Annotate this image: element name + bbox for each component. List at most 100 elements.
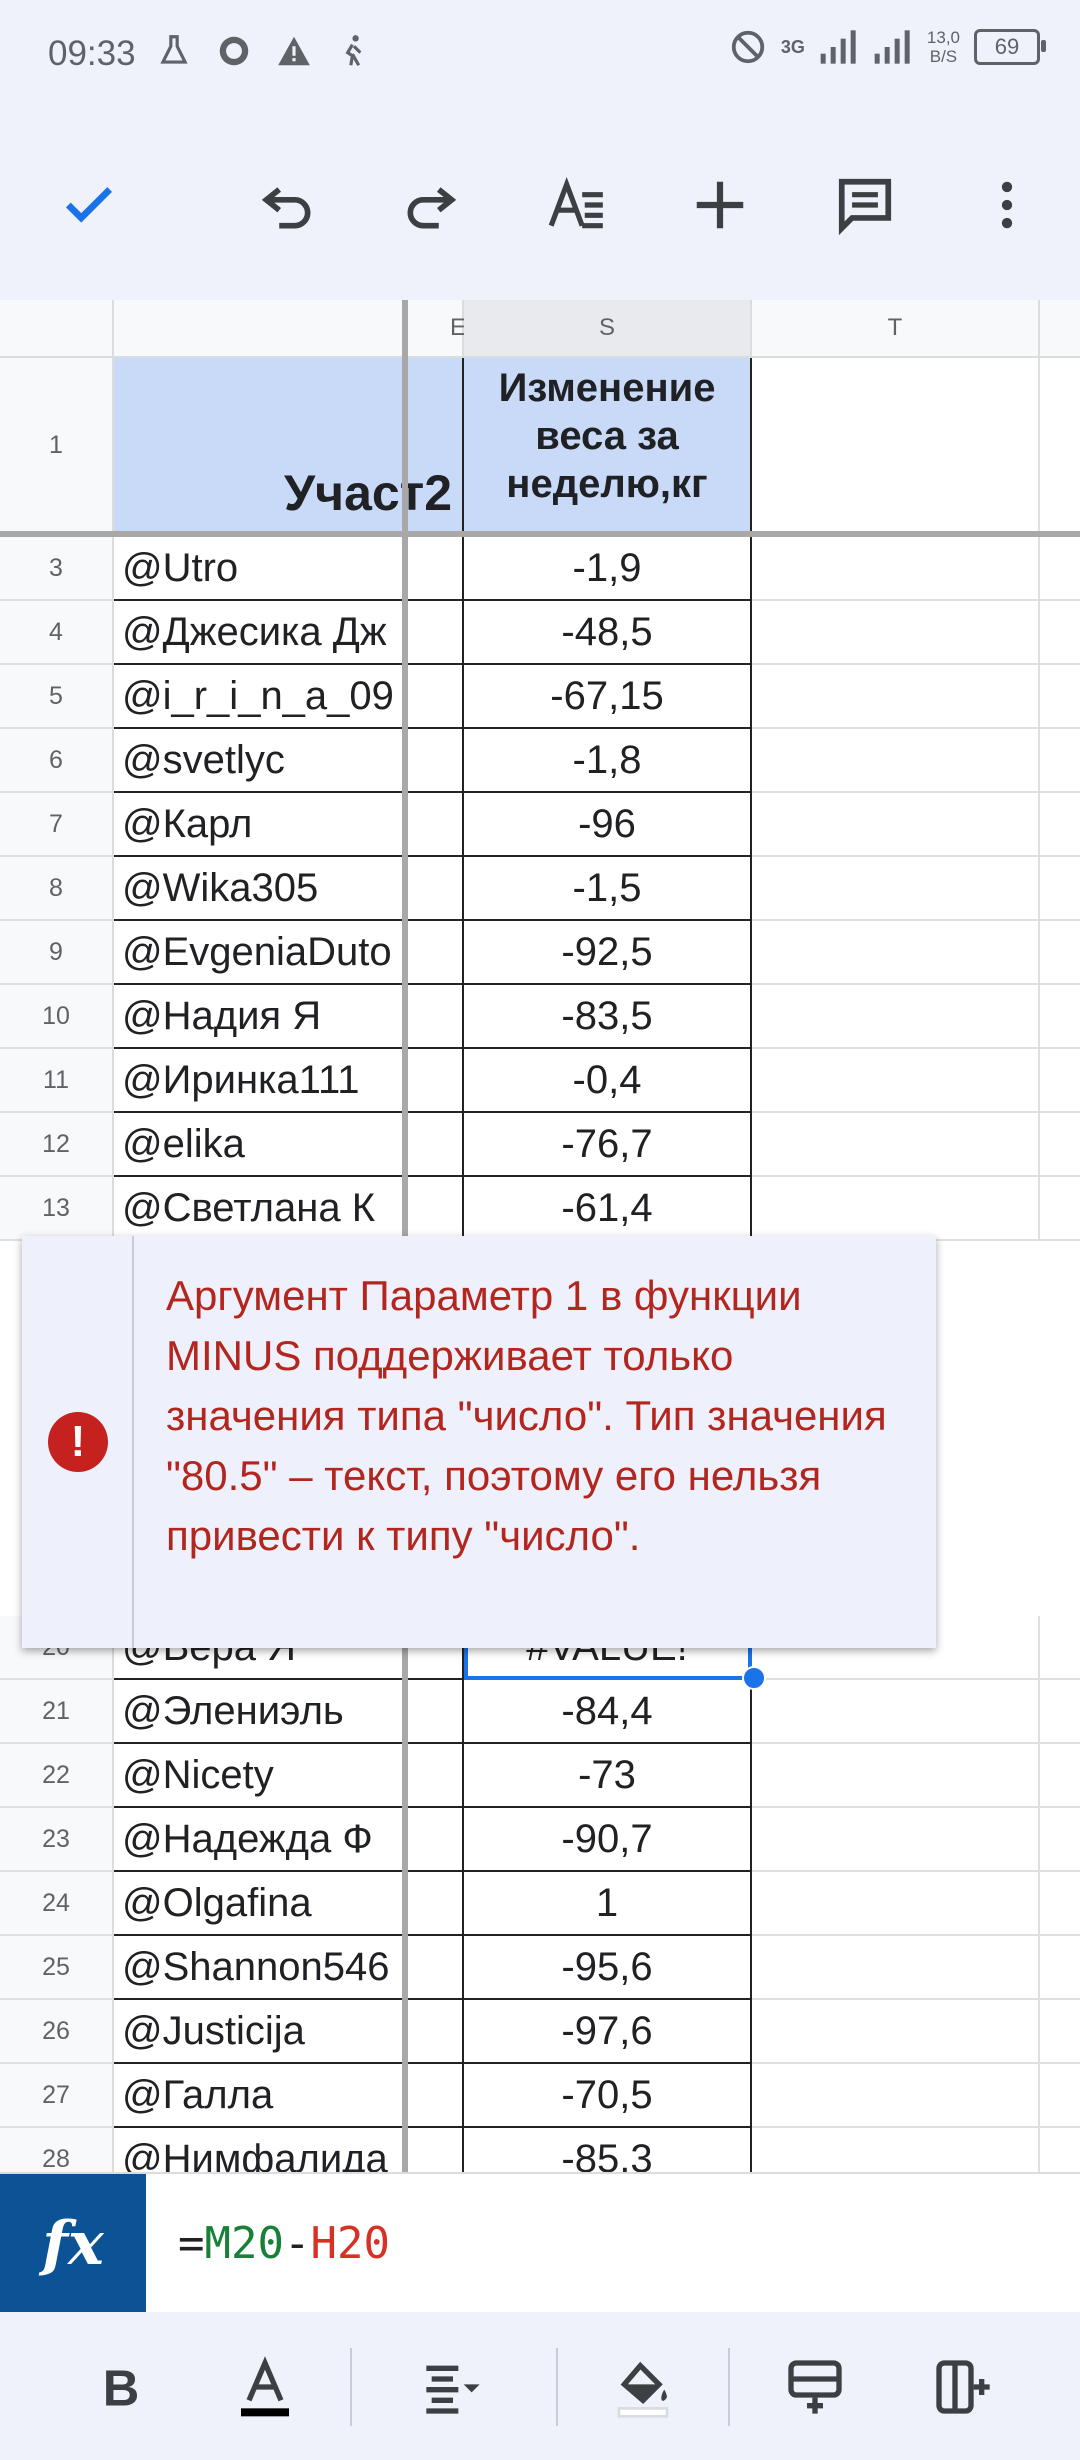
row-header[interactable]: 12: [0, 1113, 114, 1177]
row-header[interactable]: 21: [0, 1680, 114, 1744]
empty-cell[interactable]: [1040, 1808, 1080, 1872]
undo-button[interactable]: [242, 160, 332, 250]
formula-bar[interactable]: fx =M20-H20: [0, 2172, 1080, 2314]
row-header[interactable]: 22: [0, 1744, 114, 1808]
more-options-button[interactable]: [962, 160, 1052, 250]
empty-cell[interactable]: [1040, 1177, 1080, 1241]
participant-cell[interactable]: @Нимфалида: [114, 2128, 464, 2172]
header-cell-u[interactable]: [1040, 358, 1080, 534]
empty-cell[interactable]: [752, 1744, 1040, 1808]
row-header[interactable]: 4: [0, 601, 114, 665]
weight-change-cell[interactable]: -96: [464, 793, 752, 857]
text-format-button[interactable]: [532, 160, 622, 250]
formula-text[interactable]: =M20-H20: [178, 2218, 390, 2269]
participant-cell[interactable]: @svetlyc: [114, 729, 464, 793]
participant-cell[interactable]: @Элениэль: [114, 1680, 464, 1744]
row-header[interactable]: 27: [0, 2064, 114, 2128]
weight-change-cell[interactable]: -0,4: [464, 1049, 752, 1113]
done-button[interactable]: [44, 160, 134, 250]
column-header-e[interactable]: E: [114, 300, 466, 358]
weight-change-cell[interactable]: -48,5: [464, 601, 752, 665]
insert-button[interactable]: [675, 160, 765, 250]
empty-cell[interactable]: [752, 1872, 1040, 1936]
weight-change-cell[interactable]: -95,6: [464, 1936, 752, 2000]
weight-change-cell[interactable]: -85,3: [464, 2128, 752, 2172]
empty-cell[interactable]: [752, 2064, 1040, 2128]
participant-cell[interactable]: @Иринка111: [114, 1049, 464, 1113]
participant-cell[interactable]: @elika: [114, 1113, 464, 1177]
insert-row-button[interactable]: [770, 2342, 860, 2432]
participant-cell[interactable]: @Галла: [114, 2064, 464, 2128]
row-header[interactable]: 23: [0, 1808, 114, 1872]
column-header-t[interactable]: T: [752, 300, 1040, 358]
column-header-s[interactable]: S: [464, 300, 752, 358]
participant-cell[interactable]: @EvgeniaDuto: [114, 921, 464, 985]
row-header-1[interactable]: 1: [0, 358, 114, 534]
empty-cell[interactable]: [1040, 1872, 1080, 1936]
weight-change-cell[interactable]: -92,5: [464, 921, 752, 985]
fill-color-button[interactable]: [598, 2342, 688, 2432]
weight-change-cell[interactable]: -97,6: [464, 2000, 752, 2064]
row-header[interactable]: 3: [0, 537, 114, 601]
row-header[interactable]: 25: [0, 1936, 114, 2000]
row-header[interactable]: 5: [0, 665, 114, 729]
row-header[interactable]: 10: [0, 985, 114, 1049]
header-cell-participant[interactable]: Участ2: [114, 358, 464, 534]
participant-cell[interactable]: @Карл: [114, 793, 464, 857]
weight-change-cell[interactable]: -1,8: [464, 729, 752, 793]
participant-cell[interactable]: @Justicija: [114, 2000, 464, 2064]
column-header-u[interactable]: [1040, 300, 1080, 358]
empty-cell[interactable]: [1040, 2000, 1080, 2064]
weight-change-cell[interactable]: -1,5: [464, 857, 752, 921]
empty-cell[interactable]: [1040, 1744, 1080, 1808]
empty-cell[interactable]: [752, 1113, 1040, 1177]
empty-cell[interactable]: [1040, 793, 1080, 857]
row-header[interactable]: 6: [0, 729, 114, 793]
select-all-corner[interactable]: [0, 300, 137, 358]
header-cell-t[interactable]: [752, 358, 1040, 534]
empty-cell[interactable]: [1040, 985, 1080, 1049]
weight-change-cell[interactable]: -67,15: [464, 665, 752, 729]
empty-cell[interactable]: [752, 921, 1040, 985]
participant-cell[interactable]: @Светлана К: [114, 1177, 464, 1241]
redo-button[interactable]: [386, 160, 476, 250]
empty-cell[interactable]: [752, 1680, 1040, 1744]
row-header[interactable]: 26: [0, 2000, 114, 2064]
empty-cell[interactable]: [1040, 1049, 1080, 1113]
empty-cell[interactable]: [1040, 1113, 1080, 1177]
row-header[interactable]: 11: [0, 1049, 114, 1113]
weight-change-cell[interactable]: -73: [464, 1744, 752, 1808]
empty-cell[interactable]: [752, 793, 1040, 857]
participant-cell[interactable]: @Wika305: [114, 857, 464, 921]
empty-cell[interactable]: [1040, 1616, 1080, 1680]
weight-change-cell[interactable]: -83,5: [464, 985, 752, 1049]
bold-button[interactable]: B: [76, 2342, 166, 2432]
frozen-row-divider[interactable]: [0, 531, 1080, 537]
empty-cell[interactable]: [752, 857, 1040, 921]
empty-cell[interactable]: [752, 1049, 1040, 1113]
participant-cell[interactable]: @Джесика Дж: [114, 601, 464, 665]
row-header[interactable]: 9: [0, 921, 114, 985]
empty-cell[interactable]: [1040, 665, 1080, 729]
empty-cell[interactable]: [1040, 601, 1080, 665]
empty-cell[interactable]: [752, 665, 1040, 729]
row-header[interactable]: 24: [0, 1872, 114, 1936]
empty-cell[interactable]: [752, 537, 1040, 601]
function-icon[interactable]: fx: [0, 2174, 146, 2314]
weight-change-cell[interactable]: -90,7: [464, 1808, 752, 1872]
selection-drag-handle[interactable]: [742, 1666, 766, 1690]
empty-cell[interactable]: [752, 601, 1040, 665]
participant-cell[interactable]: @Надежда Ф: [114, 1808, 464, 1872]
row-header[interactable]: 28: [0, 2128, 114, 2172]
empty-cell[interactable]: [752, 1808, 1040, 1872]
empty-cell[interactable]: [1040, 2064, 1080, 2128]
text-color-button[interactable]: [220, 2342, 310, 2432]
participant-cell[interactable]: @Olgafina: [114, 1872, 464, 1936]
row-header[interactable]: 7: [0, 793, 114, 857]
empty-cell[interactable]: [1040, 2128, 1080, 2172]
empty-cell[interactable]: [1040, 537, 1080, 601]
weight-change-cell[interactable]: -61,4: [464, 1177, 752, 1241]
empty-cell[interactable]: [752, 2000, 1040, 2064]
empty-cell[interactable]: [1040, 1936, 1080, 2000]
insert-column-button[interactable]: [918, 2342, 1008, 2432]
